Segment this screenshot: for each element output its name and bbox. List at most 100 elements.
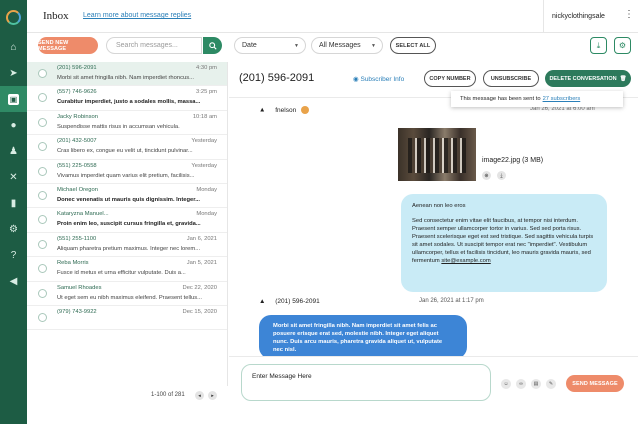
conversation-preview: Cras libero ex, congue eu velit ut, tinc… [57, 148, 193, 155]
unsubscribe-button[interactable]: UNSUBSCRIBE [483, 70, 539, 87]
row-select-radio[interactable] [38, 264, 47, 274]
row-select-radio[interactable] [38, 117, 47, 127]
prev-page-button[interactable]: ◂ [195, 391, 204, 400]
subscribers-link[interactable]: 27 subscribers [543, 96, 581, 102]
conversation-preview: Ut eget sem eu nibh maximus eleifend. Pr… [57, 294, 202, 301]
sidebar-item-contacts[interactable]: ♟ [0, 138, 27, 164]
sidebar-item-inbox[interactable]: ▣ [0, 86, 27, 112]
conversation-row[interactable]: Michael Oregon Monday Donec venenatis ut m… [27, 184, 227, 209]
conversation-name: (201) 432-5007 [57, 138, 97, 145]
conversation-preview: Aliquam pharetra pretium maximus. Intege… [57, 245, 201, 252]
next-page-button[interactable]: ▸ [208, 391, 217, 400]
sidebar-item-settings[interactable]: ⚙ [0, 216, 27, 242]
conversation-preview: Fusce id metus et urna efficitur vulputa… [57, 270, 186, 277]
conversation-row[interactable]: (551) 255-1100 Jan 6, 2021 Aliquam pharetr… [27, 233, 227, 258]
user-icon: ▲ [259, 298, 266, 305]
account-name[interactable]: nickyclothingsale [543, 0, 623, 33]
conversation-name: Reba Morris [57, 260, 89, 267]
date-filter-select[interactable]: Date ▼ [234, 37, 306, 54]
reply-sender-row: ▲ (201) 596-2091 [259, 298, 320, 305]
conversation-row[interactable]: (201) 596-2091 4:30 pm Morbi sit amet frin… [27, 62, 227, 87]
date-filter-value: Date [242, 42, 257, 49]
select-all-button[interactable]: SELECT ALL [390, 37, 436, 54]
conversation-time: 4:30 pm [196, 65, 217, 71]
message-input[interactable]: Enter Message Here [241, 364, 491, 401]
conversation-row[interactable]: Jacky Robinson 10:18 am Suspendisse mattis… [27, 111, 227, 136]
conversation-row[interactable]: Reba Morris Jan 5, 2021 Fusce id metus et … [27, 257, 227, 282]
send-message-button[interactable]: SEND MESSAGE [566, 375, 624, 392]
download-attachment-icon[interactable]: ⤓ [497, 171, 506, 180]
sidebar-item-analytics[interactable]: ▮ [0, 190, 27, 216]
copy-number-button[interactable]: COPY NUMBER [424, 70, 476, 87]
row-select-radio[interactable] [38, 93, 47, 103]
conversation-row[interactable]: Kataryzna Manuel... Monday Proin enim leo,… [27, 208, 227, 233]
conversation-phone: (201) 596-2091 [239, 72, 315, 84]
clothing-rack-image [408, 138, 466, 173]
chevron-down-icon: ▼ [294, 43, 299, 49]
delete-conversation-button[interactable]: DELETE CONVERSATION 🗑 [545, 70, 631, 87]
conversation-time: Monday [196, 211, 217, 218]
row-select-radio[interactable] [38, 239, 47, 249]
outgoing-message-bubble: Morbi sit amet fringilla nibh. Nam imper… [259, 315, 467, 356]
contacts-icon: ♟ [9, 145, 18, 157]
logo-icon [6, 9, 21, 25]
conversation-preview: Morbi sit amet fringilla nibh. Nam imper… [57, 75, 194, 81]
sidebar-item-help[interactable]: ? [0, 242, 27, 268]
conversation-preview: Suspendisse mattis risus in accumsan veh… [57, 123, 180, 130]
sender-name: fnelson [275, 106, 297, 114]
sidebar-item-shuffle[interactable]: ✕ [0, 164, 27, 190]
conversation-list: (201) 596-2091 4:30 pm Morbi sit amet frin… [27, 62, 228, 386]
sidebar-item-megaphone[interactable]: ◀ [0, 268, 27, 294]
attachment-image[interactable] [398, 128, 476, 181]
row-select-radio[interactable] [38, 312, 47, 322]
download-icon[interactable]: ⤓ [590, 37, 607, 54]
sidebar: ⌂ ➤ ▣ ● ♟ ✕ ▮ ⚙? ◀ [0, 0, 27, 424]
conversation-row[interactable]: Samuel Rhoades Dec 22, 2020 Ut eget sem eu… [27, 282, 227, 306]
tooltip-text: This message has been sent to [460, 96, 541, 102]
zoom-icon[interactable]: ⊕ [482, 171, 491, 180]
learn-more-link[interactable]: Learn more about message replies [83, 12, 191, 19]
conversation-row[interactable]: (201) 432-5007 Yesterday Cras libero ex, c… [27, 135, 227, 160]
reply-date: Jan 26, 2021 at 1:17 pm [419, 298, 484, 304]
send-new-message-button[interactable]: SEND NEW MESSAGE [38, 37, 98, 54]
row-select-radio[interactable] [38, 142, 47, 152]
sidebar-item-chat[interactable]: ● [0, 112, 27, 138]
home-icon: ⌂ [10, 41, 17, 53]
attach-icon[interactable]: ✎ [546, 379, 556, 389]
conversation-row[interactable]: (979) 743-9922 Dec 15, 2020 [27, 306, 227, 331]
template-icon[interactable]: ▤ [531, 379, 541, 389]
conversation-row[interactable]: (551) 225-0558 Yesterday Vivamus imperdiet… [27, 160, 227, 184]
settings-icon[interactable]: ⚙ [614, 37, 631, 54]
conversation-name: (551) 255-1100 [57, 235, 97, 242]
search-input[interactable]: Search messages... [106, 37, 202, 54]
top-bar: Inbox Learn more about message replies n… [27, 0, 638, 33]
conversation-time: Monday [196, 186, 217, 193]
subscriber-info-link[interactable]: ◉ Subscriber Info [353, 75, 404, 83]
page-title: Inbox [43, 10, 69, 22]
app-logo[interactable] [0, 0, 27, 34]
sidebar-item-home[interactable]: ⌂ [0, 34, 27, 60]
pagination-label: 1-100 of 281 [151, 392, 185, 398]
sidebar-item-send[interactable]: ➤ [0, 60, 27, 86]
settings-icon: ⚙ [9, 223, 18, 235]
composer: Enter Message Here ☺ ∞ ▤ ✎ SEND MESSAGE [229, 356, 638, 406]
row-select-radio[interactable] [38, 166, 47, 176]
emoji-icon[interactable]: ☺ [501, 379, 511, 389]
link-icon[interactable]: ∞ [516, 379, 526, 389]
row-select-radio[interactable] [38, 288, 47, 298]
chevron-down-icon: ▼ [371, 43, 376, 49]
conversation-time: Jan 5, 2021 [186, 260, 217, 267]
row-select-radio[interactable] [38, 215, 47, 225]
search-button[interactable] [203, 37, 222, 54]
row-select-radio[interactable] [38, 190, 47, 200]
conversation-preview: Vivamus imperdiet quam varius elit preti… [57, 172, 195, 179]
attachment-filename: image22.jpg (3 MB) [482, 157, 544, 164]
megaphone-icon: ◀ [9, 275, 18, 287]
conversation-preview: Proin enim leo, suscipit cursus fringill… [57, 221, 201, 228]
message-filter-select[interactable]: All Messages ▼ [311, 37, 383, 54]
conversation-row[interactable]: (557) 746-9626 3:25 pm Curabitur imperdiet… [27, 86, 227, 111]
more-menu-icon[interactable]: ⋮ [623, 9, 635, 20]
row-select-radio[interactable] [38, 69, 47, 78]
conversation-name: Jacky Robinson [57, 113, 98, 120]
email-link[interactable]: site@example.com [441, 258, 490, 264]
